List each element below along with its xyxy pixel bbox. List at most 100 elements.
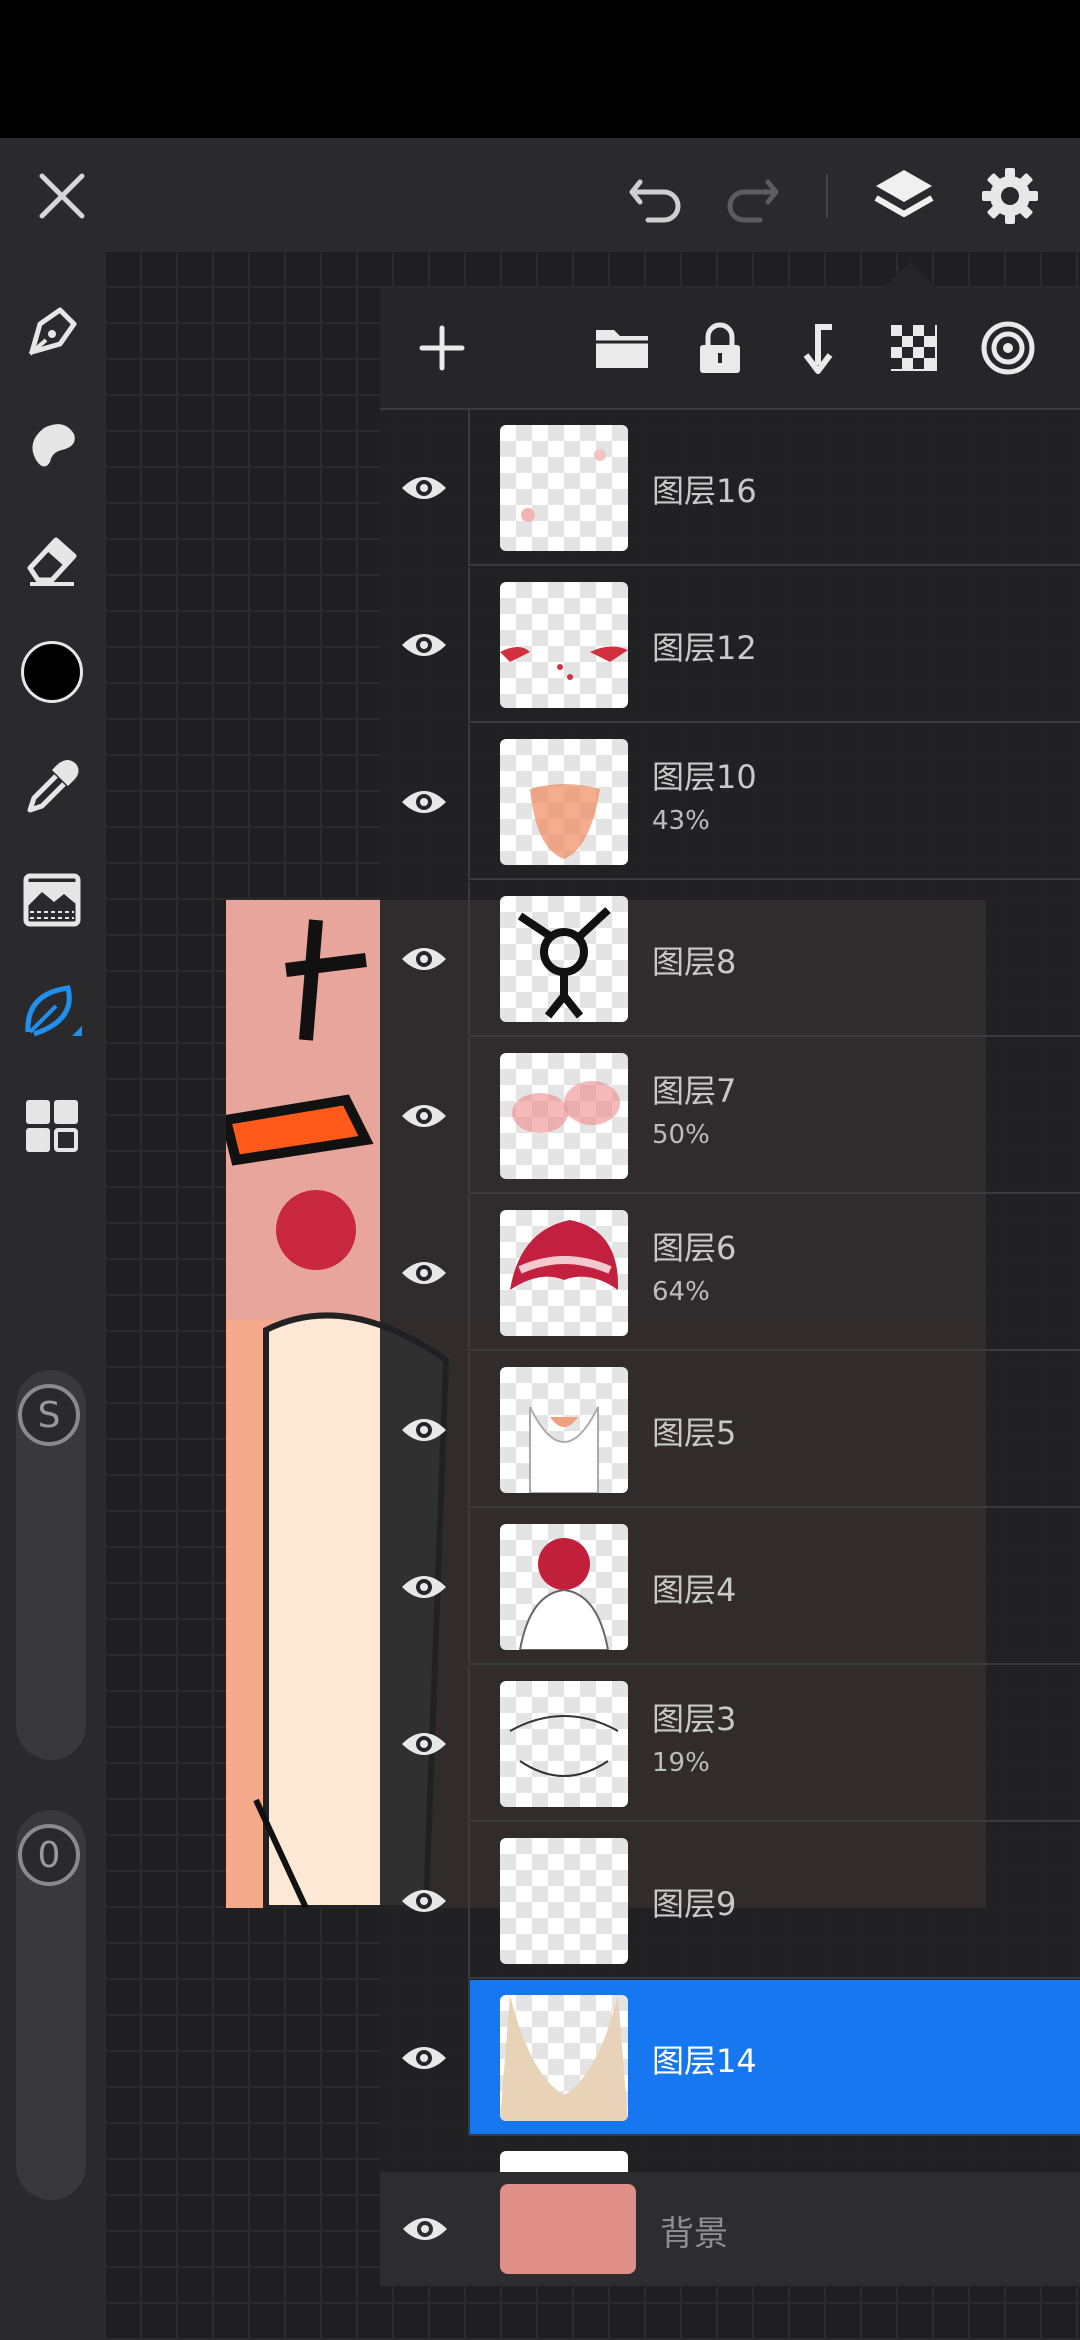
layer-thumbnail	[500, 1838, 628, 1964]
layer-name: 图层10	[652, 758, 757, 796]
top-toolbar	[0, 138, 1080, 250]
layer-thumbnail	[500, 1524, 628, 1650]
layer-row[interactable]: 图层3 19%	[380, 1666, 1080, 1822]
layer-opacity: 43%	[652, 806, 710, 836]
size-knob[interactable]: S	[18, 1384, 80, 1446]
eye-icon[interactable]	[380, 724, 470, 880]
folder-icon[interactable]	[590, 316, 654, 380]
eye-icon[interactable]	[380, 881, 470, 1037]
row-divider	[470, 1506, 1080, 1508]
eye-icon[interactable]	[380, 567, 470, 723]
layer-thumbnail	[500, 1681, 628, 1807]
layer-row[interactable]: 图层10 43%	[380, 724, 1080, 880]
layer-name: 图层3	[652, 1700, 737, 1738]
row-divider	[470, 2134, 1080, 2136]
opacity-knob[interactable]: 0	[18, 1824, 80, 1886]
eye-icon[interactable]	[380, 2172, 470, 2286]
layer-content[interactable]: 图层14	[470, 1980, 1080, 2136]
layer-content[interactable]: 图层12	[470, 567, 1080, 723]
background-layer-name: 背景	[660, 2214, 728, 2254]
lock-icon[interactable]	[688, 316, 752, 380]
row-divider	[470, 721, 1080, 723]
color-swatch[interactable]	[16, 636, 88, 708]
layer-name: 图层12	[652, 629, 757, 667]
row-divider	[470, 1820, 1080, 1822]
panel-pointer	[884, 262, 936, 288]
layer-name: 图层8	[652, 943, 737, 981]
layer-content[interactable]: 图层3 19%	[470, 1666, 1080, 1822]
row-divider	[470, 878, 1080, 880]
eye-icon[interactable]	[380, 410, 470, 566]
undo-icon[interactable]	[620, 160, 692, 232]
layer-thumbnail	[500, 1210, 628, 1336]
eye-icon[interactable]	[380, 1352, 470, 1508]
tool-sidebar: S 0	[0, 250, 104, 2340]
layer-opacity: 64%	[652, 1277, 710, 1307]
layer-row[interactable]: 图层14	[380, 1980, 1080, 2136]
layer-thumbnail	[500, 425, 628, 551]
eye-icon[interactable]	[380, 1195, 470, 1351]
layer-name: 图层14	[652, 2042, 757, 2080]
layer-content[interactable]: 图层10 43%	[470, 724, 1080, 880]
layer-row[interactable]: 图层5	[380, 1352, 1080, 1508]
redo-icon[interactable]	[716, 160, 788, 232]
layer-name: 图层9	[652, 1885, 737, 1923]
layer-thumbnail	[500, 1367, 628, 1493]
layer-row[interactable]: 图层12	[380, 567, 1080, 723]
layer-opacity: 19%	[652, 1748, 710, 1778]
layer-name: 图层7	[652, 1072, 737, 1110]
layer-row[interactable]: 图层7 50%	[380, 1038, 1080, 1194]
plus-icon[interactable]	[410, 316, 474, 380]
eraser-icon[interactable]	[16, 524, 88, 596]
layer-row[interactable]: 图层9	[380, 1823, 1080, 1979]
layer-row[interactable]: 图层4	[380, 1509, 1080, 1665]
layer-thumbnail	[500, 582, 628, 708]
layer-content[interactable]: 图层7 50%	[470, 1038, 1080, 1194]
smudge-icon[interactable]	[16, 410, 88, 482]
layer-name: 图层5	[652, 1414, 737, 1452]
layers-toolbar	[380, 288, 1080, 410]
layer-content[interactable]: 图层6 64%	[470, 1195, 1080, 1351]
row-divider	[470, 1035, 1080, 1037]
row-divider	[470, 564, 1080, 566]
layer-content[interactable]: 图层4	[470, 1509, 1080, 1665]
eyedropper-icon[interactable]	[16, 750, 88, 822]
layer-thumbnail	[500, 739, 628, 865]
layer-thumbnail	[500, 896, 628, 1022]
background-color-swatch[interactable]	[500, 2184, 636, 2274]
adjust-icon[interactable]	[16, 864, 88, 936]
layer-content[interactable]: 图层5	[470, 1352, 1080, 1508]
layers-panel: 图层16 图层12 图层10 43% 图层8 图层7 50% 图层6 64% 图层5 图层4 图层3 1…	[380, 288, 1080, 2286]
row-divider	[470, 1192, 1080, 1194]
gear-icon[interactable]	[972, 158, 1048, 234]
close-icon[interactable]	[26, 160, 98, 232]
layer-content[interactable]: 图层16	[470, 410, 1080, 566]
row-divider	[470, 1663, 1080, 1665]
brush-icon[interactable]	[16, 296, 88, 368]
eye-icon[interactable]	[380, 1509, 470, 1665]
layer-row[interactable]: 图层16	[380, 410, 1080, 566]
layer-thumbnail	[500, 1053, 628, 1179]
layer-name: 图层4	[652, 1571, 737, 1609]
eye-icon[interactable]	[380, 1823, 470, 1979]
eye-icon[interactable]	[380, 1666, 470, 1822]
selection-icon[interactable]	[16, 976, 88, 1048]
merge-down-icon[interactable]	[784, 316, 848, 380]
layer-thumbnail	[500, 1995, 628, 2121]
layer-content[interactable]: 图层9	[470, 1823, 1080, 1979]
background-layer-row[interactable]: 背景	[380, 2172, 1080, 2286]
layers-icon[interactable]	[866, 158, 942, 234]
layer-thumbnail	[500, 2151, 628, 2172]
eye-icon[interactable]	[380, 1980, 470, 2136]
checker-icon[interactable]	[882, 316, 946, 380]
row-divider	[470, 1977, 1080, 1979]
status-bar	[0, 0, 1080, 138]
layer-content[interactable]: 图层8	[470, 881, 1080, 1037]
eye-icon[interactable]	[380, 1038, 470, 1194]
layer-row[interactable]: 图层8	[380, 881, 1080, 1037]
target-icon[interactable]	[976, 316, 1040, 380]
row-divider	[470, 1349, 1080, 1351]
gallery-icon[interactable]	[16, 1090, 88, 1162]
layer-row[interactable]: 图层6 64%	[380, 1195, 1080, 1351]
layer-name: 图层16	[652, 472, 757, 510]
